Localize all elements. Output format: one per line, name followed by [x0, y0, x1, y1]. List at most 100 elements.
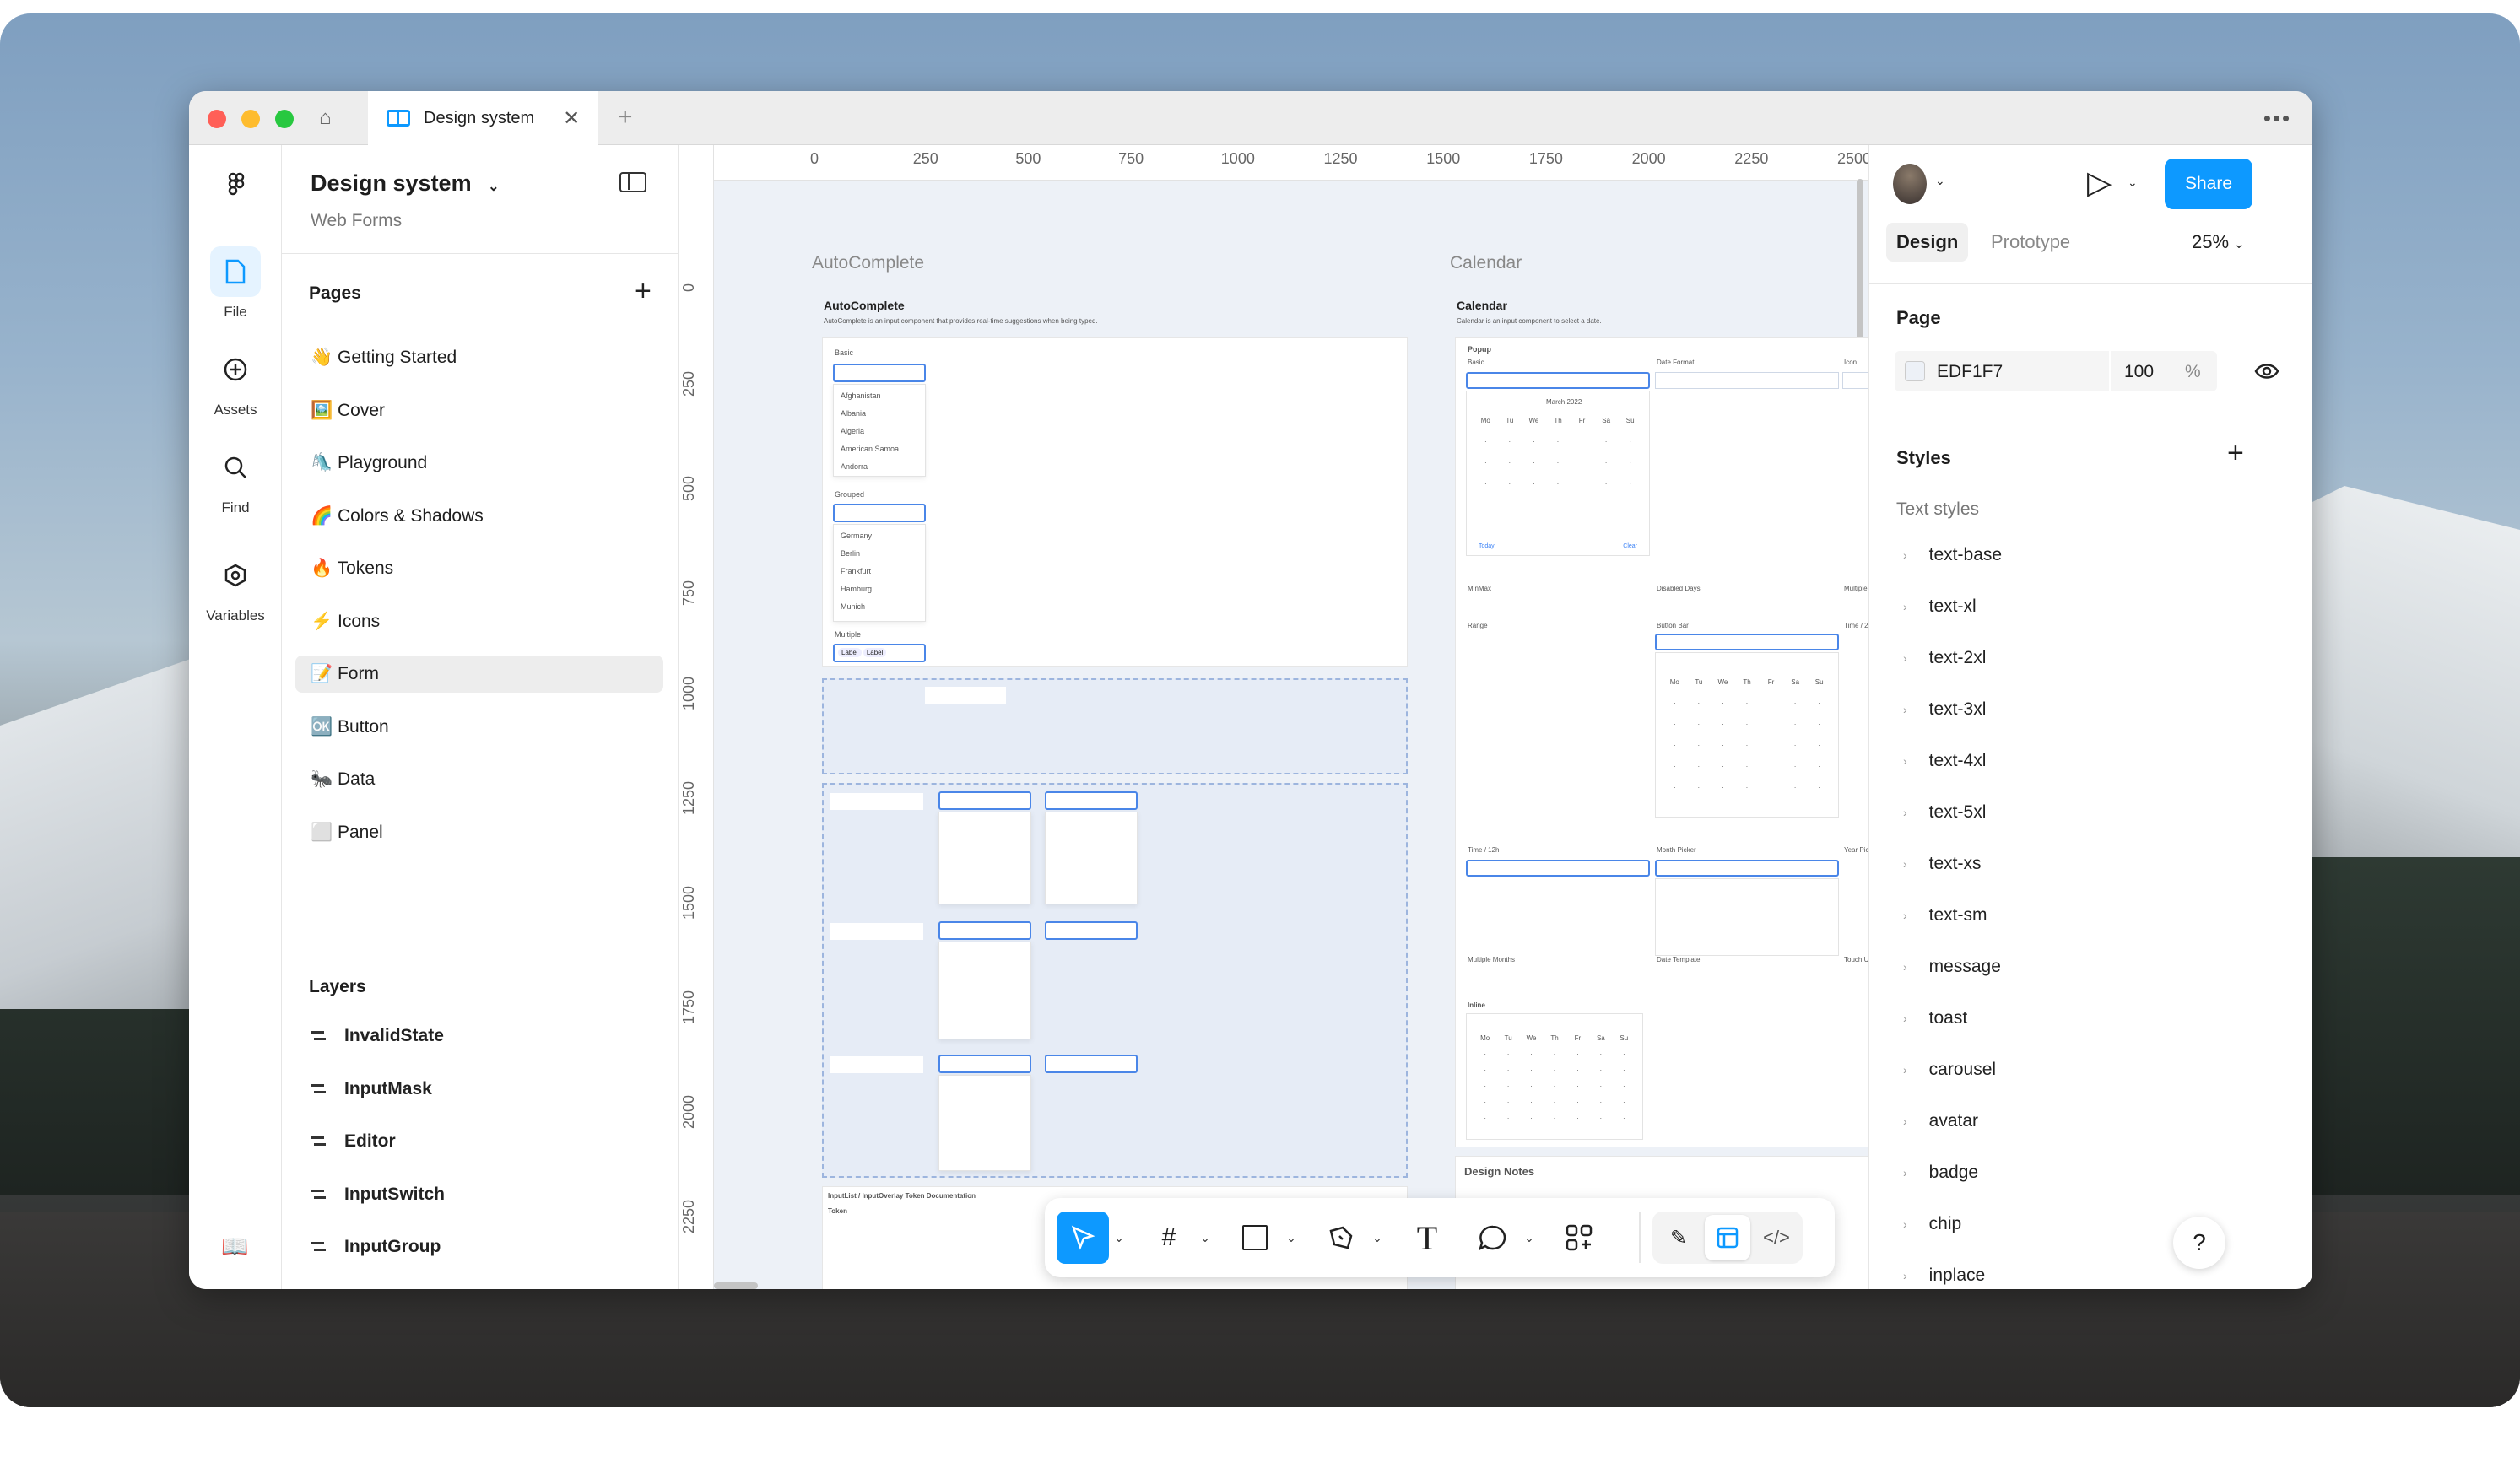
- layer-label: InvalidState: [344, 1026, 444, 1045]
- day-cell: ·: [1818, 763, 1821, 770]
- rail-variables[interactable]: Variables: [189, 550, 282, 624]
- zoom-select[interactable]: 25% ⌄: [2192, 231, 2244, 253]
- rail-assets[interactable]: Assets: [189, 344, 282, 418]
- ruler-tick: 1000: [1220, 150, 1255, 167]
- text-style-item[interactable]: › text-4xl: [1903, 751, 1986, 771]
- rail-file[interactable]: File: [189, 246, 282, 321]
- layer-item[interactable]: Editor: [311, 1125, 396, 1158]
- page-item[interactable]: 🛝 Playground: [295, 445, 663, 482]
- play-icon[interactable]: ▷: [2087, 164, 2112, 202]
- move-tool-icon[interactable]: [1057, 1212, 1109, 1264]
- help-button[interactable]: ?: [2173, 1217, 2225, 1269]
- pen-chevron-icon[interactable]: ⌄: [1367, 1231, 1387, 1245]
- comment-tool-icon[interactable]: [1467, 1212, 1519, 1264]
- text-style-item[interactable]: › text-5xl: [1903, 802, 1986, 823]
- home-icon[interactable]: ⌂: [319, 106, 332, 130]
- avatar-chevron-icon[interactable]: ⌄: [1935, 174, 1945, 188]
- text-style-item[interactable]: › text-xl: [1903, 596, 1977, 617]
- frame-label-autocomplete[interactable]: AutoComplete: [812, 253, 924, 273]
- figma-logo-icon[interactable]: [219, 170, 253, 204]
- text-style-item[interactable]: › text-2xl: [1903, 648, 1986, 668]
- page-item[interactable]: ⬜ Panel: [295, 814, 663, 851]
- text-style-item[interactable]: › text-xs: [1903, 854, 1982, 874]
- play-chevron-icon[interactable]: ⌄: [2128, 175, 2138, 190]
- tab-design-system[interactable]: Design system ✕: [368, 91, 598, 145]
- page-opacity-value[interactable]: 100: [2124, 362, 2154, 382]
- rectangle-tool-icon[interactable]: [1229, 1212, 1281, 1264]
- text-style-item[interactable]: › carousel: [1903, 1060, 1996, 1080]
- new-tab-icon[interactable]: +: [618, 103, 633, 132]
- text-style-item[interactable]: › message: [1903, 957, 2001, 977]
- maximize-window-button[interactable]: [275, 110, 294, 128]
- day-cell: ·: [1629, 459, 1632, 467]
- canvas-hscrollbar[interactable]: [714, 1282, 758, 1289]
- color-swatch[interactable]: [1905, 361, 1925, 381]
- layer-item[interactable]: InputSwitch: [311, 1178, 445, 1212]
- tab-prototype[interactable]: Prototype: [1991, 231, 2070, 253]
- minimize-window-button[interactable]: [241, 110, 260, 128]
- move-chevron-icon[interactable]: ⌄: [1109, 1231, 1129, 1245]
- rail-find[interactable]: Find: [189, 442, 282, 516]
- tab-design[interactable]: Design: [1886, 223, 1969, 262]
- weekday-label: Sa: [1602, 417, 1611, 424]
- file-title[interactable]: Design system ⌄: [311, 170, 500, 197]
- pen-tool-icon[interactable]: [1315, 1212, 1367, 1264]
- frame-tool-icon[interactable]: #: [1143, 1212, 1195, 1264]
- day-cell: ·: [1556, 480, 1560, 488]
- design-mode-icon[interactable]: [1705, 1215, 1750, 1260]
- day-cell: ·: [1508, 501, 1511, 509]
- text-style-item[interactable]: › text-base: [1903, 545, 2002, 565]
- page-color-value[interactable]: EDF1F7: [1937, 362, 2003, 382]
- share-button[interactable]: Share: [2165, 159, 2252, 209]
- canvas[interactable]: 0 250 500 750 1000 1250 1500 1750 2000 2250 2500 0…: [679, 145, 1868, 1289]
- page-item[interactable]: ⚡ Icons: [295, 603, 663, 640]
- frame-chevron-icon[interactable]: ⌄: [1195, 1231, 1215, 1245]
- shape-chevron-icon[interactable]: ⌄: [1281, 1231, 1301, 1245]
- avatar[interactable]: [1893, 164, 1927, 204]
- add-style-icon[interactable]: +: [2227, 437, 2244, 470]
- text-style-item[interactable]: › badge: [1903, 1163, 1978, 1183]
- text-style-item[interactable]: › avatar: [1903, 1111, 1978, 1131]
- chevron-right-icon: ›: [1903, 909, 1907, 922]
- autocomplete-basic-input: [833, 364, 926, 382]
- comment-chevron-icon[interactable]: ⌄: [1519, 1231, 1539, 1245]
- page-item[interactable]: 🔥 Tokens: [295, 550, 663, 587]
- label-disabled: Disabled Days: [1657, 585, 1701, 592]
- layer-item[interactable]: InvalidState: [311, 1019, 444, 1053]
- text-style-item[interactable]: › inplace: [1903, 1266, 1985, 1286]
- close-window-button[interactable]: [208, 110, 226, 128]
- day-cell: ·: [1484, 522, 1487, 530]
- calendar-frame[interactable]: Popup Basic Date Format Icon March 2022 …: [1455, 337, 1868, 1147]
- more-icon[interactable]: •••: [2242, 91, 2312, 145]
- page-item[interactable]: 👋 Getting Started: [295, 339, 663, 376]
- page-item[interactable]: 🐜 Data: [295, 761, 663, 798]
- docs-icon[interactable]: 📖: [221, 1233, 248, 1260]
- day-cell: ·: [1484, 1098, 1487, 1106]
- text-style-item[interactable]: › text-sm: [1903, 905, 1987, 926]
- list-item: Munich: [841, 602, 866, 611]
- page-item[interactable]: 🖼️ Cover: [295, 392, 663, 429]
- page-item[interactable]: 🆗 Button: [295, 709, 663, 746]
- text-style-item[interactable]: › text-3xl: [1903, 699, 1986, 720]
- text-style-item[interactable]: › chip: [1903, 1214, 1961, 1234]
- layer-item[interactable]: InputGroup: [311, 1230, 441, 1264]
- page-item[interactable]: 🌈 Colors & Shadows: [295, 498, 663, 535]
- components-tool-icon[interactable]: [1553, 1212, 1605, 1264]
- dev-mode-icon[interactable]: </>: [1754, 1215, 1799, 1260]
- close-tab-icon[interactable]: ✕: [563, 106, 580, 131]
- layer-item[interactable]: InputMask: [311, 1072, 432, 1106]
- page-item[interactable]: 📝 Form: [295, 656, 663, 693]
- text-style-item[interactable]: › toast: [1903, 1008, 1967, 1028]
- draw-mode-icon[interactable]: ✎: [1656, 1215, 1701, 1260]
- text-tool-icon[interactable]: T: [1401, 1212, 1453, 1264]
- weekday-label: Fr: [1578, 417, 1586, 424]
- label-cal-basic: Basic: [1468, 359, 1484, 366]
- autocomplete-frame[interactable]: Basic Afghanistan Albania Algeria American …: [822, 337, 1408, 667]
- panel-toggle-icon[interactable]: [619, 172, 646, 192]
- add-page-icon[interactable]: +: [635, 275, 652, 308]
- eye-icon[interactable]: [2254, 359, 2279, 383]
- page-color-field[interactable]: EDF1F7 100 %: [1895, 351, 2217, 391]
- day-cell: ·: [1793, 699, 1797, 707]
- layer-item[interactable]: FloatLabel: [311, 1283, 433, 1290]
- frame-label-calendar[interactable]: Calendar: [1450, 253, 1522, 273]
